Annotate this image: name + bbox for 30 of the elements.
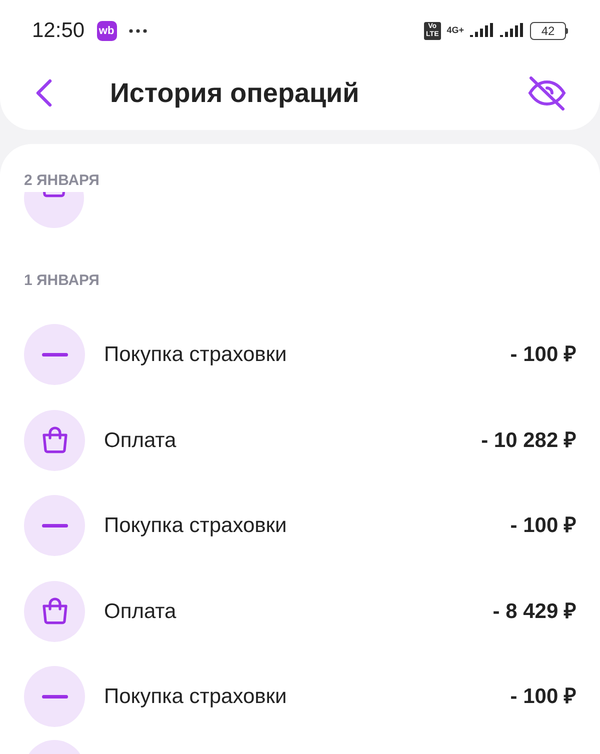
transaction-row[interactable]: Оплата - 10 282 ₽ [0, 398, 600, 483]
date-heading: 2 ЯНВАРЯ [23, 171, 100, 191]
transaction-title: Оплата [104, 428, 178, 454]
transaction-title: Покупка страховки [104, 513, 288, 539]
network-type: 4G+ [446, 24, 464, 37]
transaction-amount: - 8 429 ₽ [492, 598, 576, 624]
eye-slash-icon [527, 75, 567, 111]
date-heading: 1 ЯНВАРЯ [23, 271, 100, 291]
transaction-amount: - 100 ₽ [510, 342, 576, 368]
back-icon [35, 78, 53, 108]
minus-icon [42, 352, 68, 357]
signal-icon [500, 23, 524, 39]
transaction-title: Оплата [104, 598, 178, 624]
transaction-amount: - 100 ₽ [510, 684, 576, 710]
transaction-row[interactable]: Покупка страховки - 100 ₽ [0, 654, 600, 740]
minus-icon [42, 524, 68, 528]
transaction-amount: - 10 282 ₽ [481, 428, 576, 454]
app-icon: wb [96, 21, 117, 41]
battery-indicator: 42 [530, 22, 566, 40]
more-icon [128, 29, 147, 33]
transaction-row[interactable]: Покупка страховки - 100 ₽ [0, 312, 600, 398]
signal-icon [470, 23, 494, 39]
page-title: История операций [110, 76, 360, 110]
transaction-row[interactable]: Оплата - 8 429 ₽ [0, 568, 600, 654]
minus-icon [42, 694, 68, 699]
transaction-title: Покупка страховки [104, 684, 288, 710]
transaction-title: Покупка страховки [104, 342, 288, 368]
transaction-row[interactable]: Покупка страховки - 100 ₽ [0, 483, 600, 568]
transaction-amount: - 100 ₽ [510, 513, 576, 539]
clock: 12:50 [32, 18, 85, 44]
